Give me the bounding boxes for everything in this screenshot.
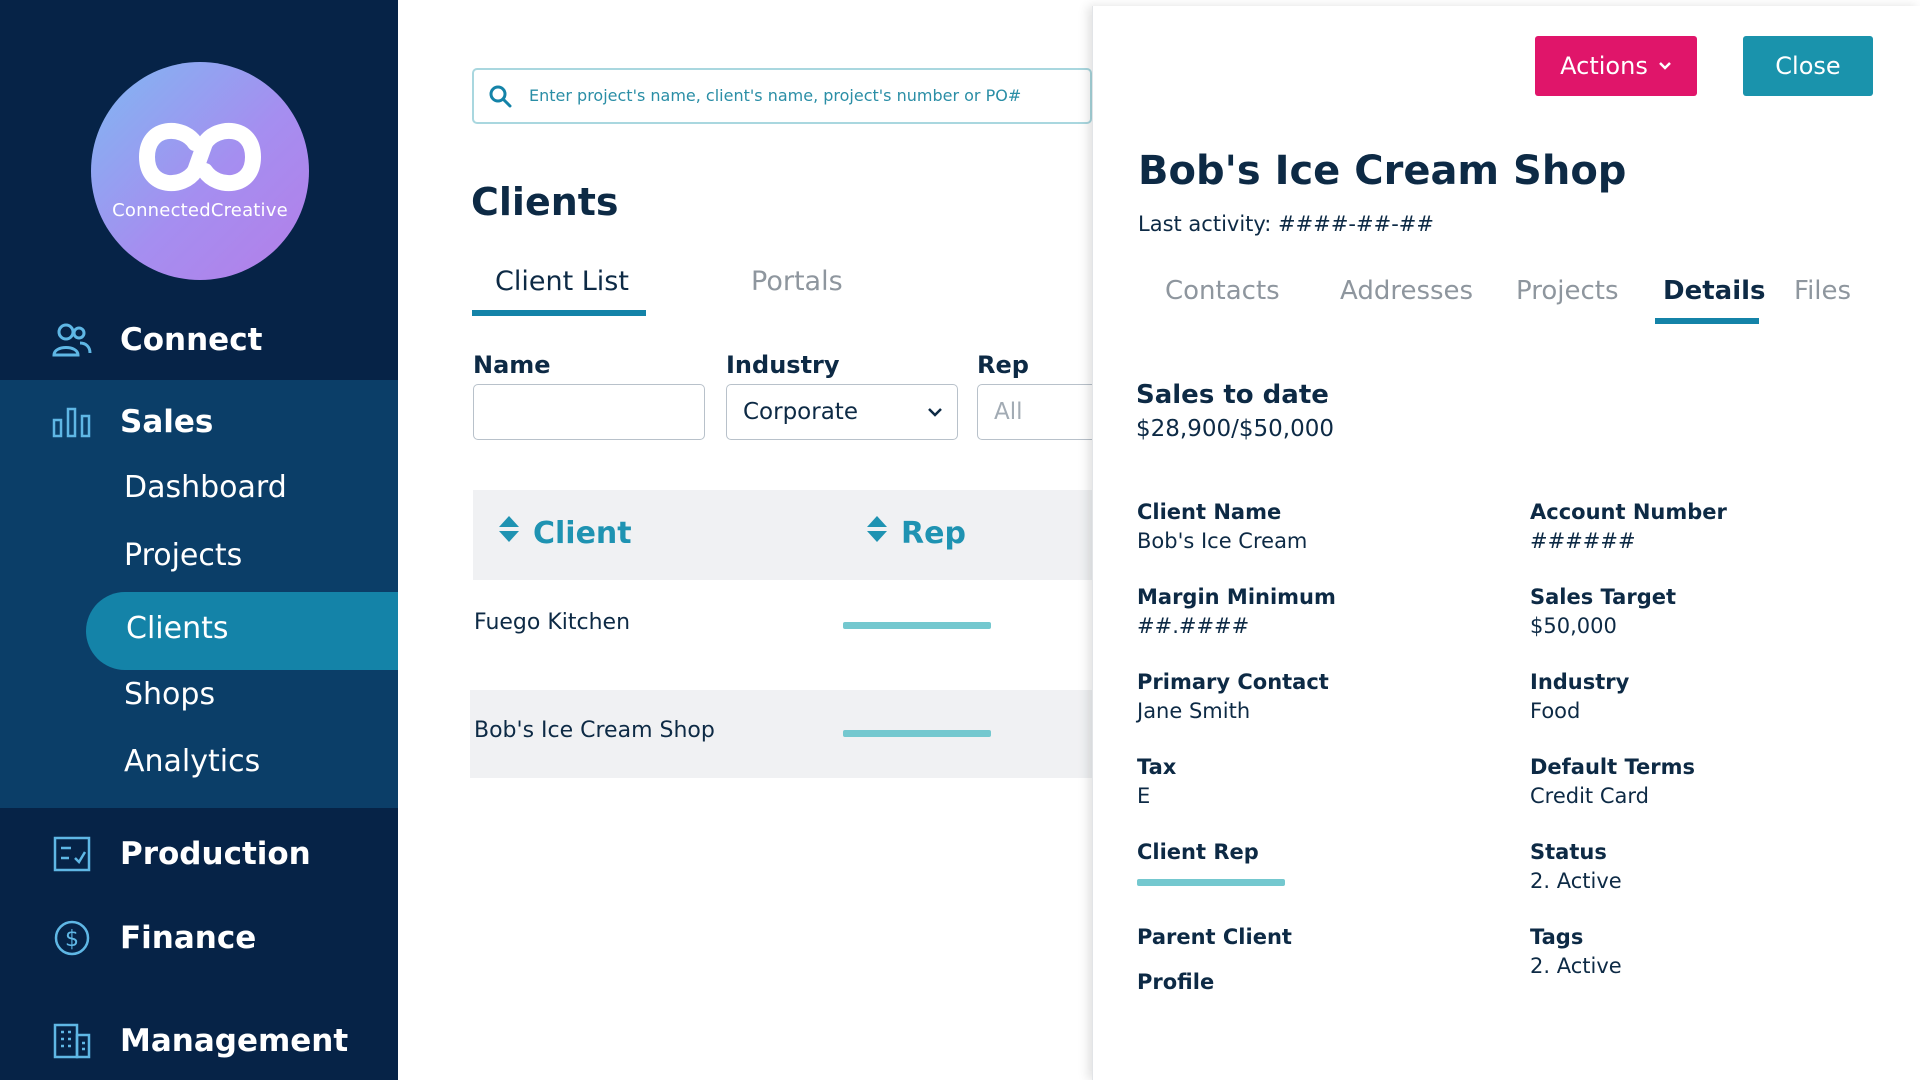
tags-value: 2. Active [1530, 954, 1622, 978]
table-row[interactable]: Fuego Kitchen [470, 582, 1093, 670]
sales-to-date-value: $28,900/$50,000 [1136, 416, 1334, 442]
last-activity: Last activity: ####-##-## [1138, 212, 1434, 236]
sales-target-value: $50,000 [1530, 614, 1617, 638]
industry-label: Industry [1530, 670, 1630, 694]
actions-button-label: Actions [1560, 52, 1648, 80]
infinity-logo-icon [138, 122, 262, 192]
tax-label: Tax [1137, 755, 1177, 779]
sort-icon [865, 514, 889, 552]
default-terms-value: Credit Card [1530, 784, 1649, 808]
nav-connect-label: Connect [120, 322, 263, 358]
tags-label: Tags [1530, 925, 1584, 949]
building-icon [52, 1021, 92, 1061]
tax-value: E [1137, 784, 1151, 808]
tab-active-indicator [472, 310, 646, 316]
parent-client-label: Parent Client [1137, 925, 1292, 949]
filter-industry-select[interactable]: Corporate [726, 384, 958, 440]
rep-placeholder-bar [843, 730, 991, 737]
rep-placeholder-bar [843, 622, 991, 629]
brand-logo: ConnectedCreative [91, 62, 309, 280]
filter-industry-label: Industry [726, 351, 840, 379]
search-icon [488, 84, 512, 112]
client-name-label: Client Name [1137, 500, 1282, 524]
filter-rep-value: All [994, 399, 1023, 425]
filter-name-input[interactable] [473, 384, 705, 440]
nav-production[interactable]: Production [0, 830, 398, 878]
nav-connect[interactable]: Connect [0, 316, 398, 364]
svg-text:$: $ [65, 927, 79, 952]
client-detail-panel: Actions Close Bob's Ice Cream Shop Last … [1092, 6, 1920, 1080]
column-header-client[interactable]: Client [497, 514, 632, 552]
tab-details[interactable]: Details [1663, 276, 1766, 306]
account-number-label: Account Number [1530, 500, 1727, 524]
client-rep-placeholder-bar [1137, 879, 1285, 886]
column-header-client-label: Client [533, 515, 632, 551]
chevron-down-icon [1658, 61, 1672, 71]
account-number-value: ###### [1530, 529, 1636, 553]
nav-management-label: Management [120, 1023, 349, 1059]
nav-finance-label: Finance [120, 920, 257, 956]
nav-finance[interactable]: $ Finance [0, 914, 398, 962]
client-name-value: Bob's Ice Cream [1137, 529, 1308, 553]
industry-value: Food [1530, 699, 1581, 723]
table-header: Client Rep [473, 490, 1093, 580]
primary-contact-label: Primary Contact [1137, 670, 1329, 694]
column-header-rep-label: Rep [901, 515, 966, 551]
tab-contacts[interactable]: Contacts [1165, 276, 1280, 306]
chevron-down-icon [927, 403, 943, 422]
users-icon [52, 320, 92, 360]
default-terms-label: Default Terms [1530, 755, 1695, 779]
brand-name: ConnectedCreative [112, 200, 288, 221]
filter-rep-label: Rep [977, 351, 1029, 379]
tab-client-list[interactable]: Client List [495, 266, 629, 297]
filter-name-label: Name [473, 351, 551, 379]
sort-icon [497, 514, 521, 552]
client-cell: Fuego Kitchen [474, 610, 631, 635]
column-header-rep[interactable]: Rep [865, 514, 966, 552]
tab-portals[interactable]: Portals [751, 266, 843, 297]
margin-minimum-label: Margin Minimum [1137, 585, 1336, 609]
nav-sales-label: Sales [120, 404, 214, 440]
sidebar-item-clients[interactable]: Clients [126, 611, 228, 646]
panel-title: Bob's Ice Cream Shop [1138, 148, 1627, 194]
bar-chart-icon [52, 402, 92, 442]
filter-industry-value: Corporate [743, 399, 858, 425]
tab-addresses[interactable]: Addresses [1340, 276, 1473, 306]
tab-projects[interactable]: Projects [1516, 276, 1619, 306]
close-button[interactable]: Close [1743, 36, 1873, 96]
client-rep-label: Client Rep [1137, 840, 1259, 864]
table-row[interactable]: Bob's Ice Cream Shop [470, 690, 1093, 778]
actions-button[interactable]: Actions [1535, 36, 1697, 96]
sidebar-item-shops[interactable]: Shops [124, 677, 215, 712]
search-placeholder: Enter project's name, client's name, pro… [529, 86, 1022, 105]
tab-active-indicator [1655, 318, 1759, 324]
checklist-icon [52, 834, 92, 874]
client-cell: Bob's Ice Cream Shop [474, 718, 715, 743]
primary-contact-value: Jane Smith [1137, 699, 1251, 723]
tab-files[interactable]: Files [1794, 276, 1851, 306]
margin-minimum-value: ##.#### [1137, 614, 1250, 638]
nav-production-label: Production [120, 836, 311, 872]
sidebar-item-dashboard[interactable]: Dashboard [124, 470, 287, 505]
nav-management[interactable]: Management [0, 1017, 398, 1065]
status-value: 2. Active [1530, 869, 1622, 893]
status-label: Status [1530, 840, 1607, 864]
sidebar: ConnectedCreative Connect Sales Dashboar… [0, 0, 398, 1080]
sales-to-date-label: Sales to date [1136, 380, 1329, 410]
sidebar-item-projects[interactable]: Projects [124, 538, 242, 573]
search-bar[interactable]: Enter project's name, client's name, pro… [472, 68, 1092, 124]
sidebar-item-analytics[interactable]: Analytics [124, 744, 260, 779]
page-title: Clients [471, 180, 619, 224]
nav-sales[interactable]: Sales [0, 398, 398, 446]
sales-target-label: Sales Target [1530, 585, 1677, 609]
profile-label: Profile [1137, 970, 1215, 994]
dollar-circle-icon: $ [52, 918, 92, 958]
